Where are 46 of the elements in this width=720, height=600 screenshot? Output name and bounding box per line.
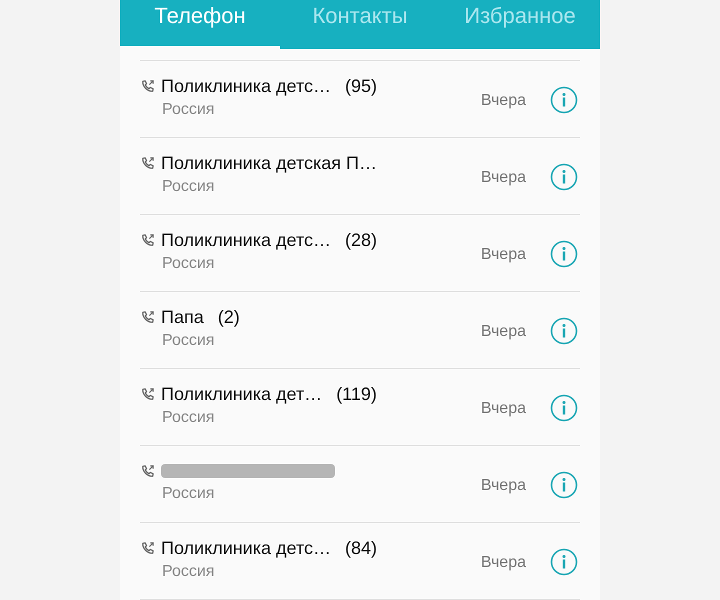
call-time: Вчера	[480, 246, 526, 264]
info-icon[interactable]	[550, 163, 578, 191]
call-location: Россия	[161, 100, 216, 118]
call-time: Вчера	[480, 323, 526, 341]
call-log-item[interactable]: Поликлиника детская П… Россия Вчера	[140, 138, 580, 215]
outgoing-call-icon	[140, 464, 155, 478]
call-log-item[interactable]: Папа (2) Россия Вчера	[140, 292, 580, 369]
contact-name: Поликлиника дет…	[161, 384, 322, 404]
contact-name: Поликлиника детская П…	[161, 152, 377, 174]
call-count: (84)	[344, 538, 377, 558]
call-log-item[interactable]: Поликлиника детс… (28) Россия Вчера	[140, 215, 580, 292]
call-location: Россия	[161, 562, 216, 580]
call-time: Вчера	[480, 477, 526, 495]
call-time: Вчера	[480, 169, 526, 187]
outgoing-call-icon	[140, 78, 155, 94]
call-location: Россия	[161, 178, 216, 196]
info-icon[interactable]	[550, 86, 578, 114]
call-location: Россия	[161, 485, 216, 503]
info-icon[interactable]	[550, 394, 578, 422]
info-icon[interactable]	[550, 317, 578, 345]
outgoing-call-icon	[140, 386, 155, 402]
call-log-item[interactable]: Поликлиника детс… (84) Россия Вчера	[140, 523, 580, 600]
call-time: Вчера	[480, 400, 526, 418]
call-time: Вчера	[480, 554, 526, 572]
call-location: Россия	[161, 254, 216, 272]
info-icon[interactable]	[550, 548, 578, 576]
info-icon[interactable]	[550, 240, 578, 268]
call-count: (119)	[336, 384, 377, 404]
call-count: (95)	[344, 76, 377, 96]
call-log-item[interactable]: Россия Вчера	[140, 446, 580, 523]
call-time: Вчера	[480, 92, 526, 110]
outgoing-call-icon	[140, 540, 155, 556]
info-icon[interactable]	[550, 471, 578, 499]
call-location: Россия	[161, 408, 216, 426]
contact-name: Поликлиника детс…	[161, 538, 331, 558]
contact-name: Поликлиника детс…	[161, 230, 331, 250]
call-count: (28)	[344, 230, 377, 250]
call-log-item[interactable]: Поликлиника детс… (95) Россия Вчера	[140, 61, 580, 138]
outgoing-call-icon	[140, 156, 155, 170]
call-count: (2)	[218, 306, 240, 328]
call-log-item[interactable]: Поликлиника дет… (119) Россия Вчера	[140, 369, 580, 446]
contact-name: Папа	[161, 306, 204, 328]
outgoing-call-icon	[140, 232, 155, 248]
outgoing-call-icon	[140, 310, 155, 324]
call-location: Россия	[161, 332, 216, 350]
contact-name: Поликлиника детс…	[161, 76, 331, 96]
